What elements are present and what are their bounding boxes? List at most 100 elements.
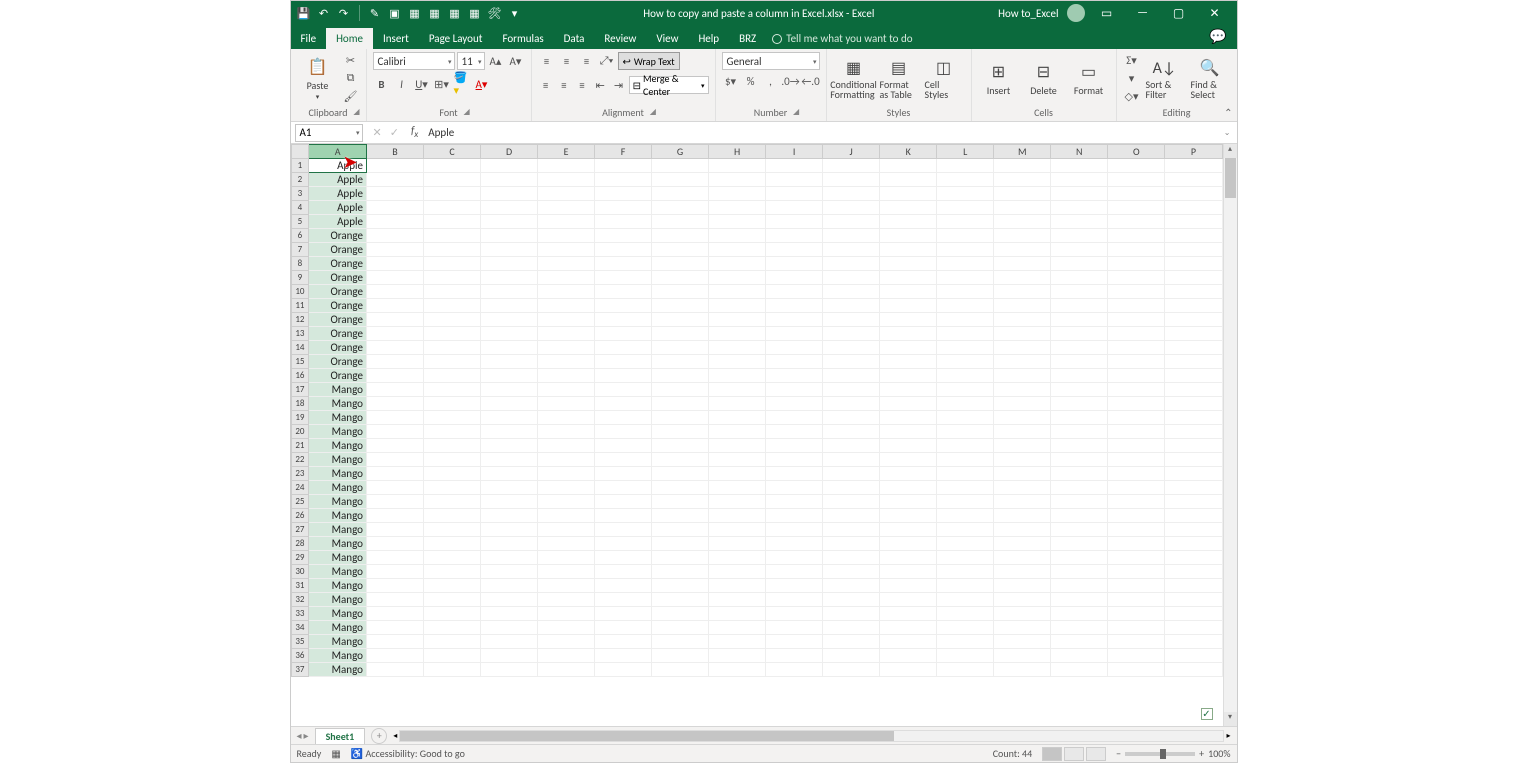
cell-G6[interactable] <box>652 229 709 243</box>
cell-N13[interactable] <box>1051 327 1108 341</box>
sort-filter-button[interactable]: A↓Sort & Filter <box>1144 54 1186 102</box>
cell-N8[interactable] <box>1051 257 1108 271</box>
cell-G16[interactable] <box>652 369 709 383</box>
cell-K2[interactable] <box>880 173 937 187</box>
sheet-tab[interactable]: Sheet1 <box>315 728 366 744</box>
cell-M21[interactable] <box>994 439 1051 453</box>
cell-K3[interactable] <box>880 187 937 201</box>
cell-M23[interactable] <box>994 467 1051 481</box>
cell-J26[interactable] <box>823 509 880 523</box>
cell-N26[interactable] <box>1051 509 1108 523</box>
cell-L25[interactable] <box>937 495 994 509</box>
cell-O4[interactable] <box>1108 201 1165 215</box>
cell-G17[interactable] <box>652 383 709 397</box>
cell-I1[interactable] <box>766 159 823 173</box>
cell-B18[interactable] <box>366 397 423 411</box>
cell-F33[interactable] <box>595 607 652 621</box>
comma-icon[interactable]: , <box>762 73 780 89</box>
cell-P12[interactable] <box>1165 313 1222 327</box>
cell-P10[interactable] <box>1165 285 1222 299</box>
cell-M26[interactable] <box>994 509 1051 523</box>
cut-icon[interactable]: ✂ <box>342 52 360 68</box>
cell-C20[interactable] <box>424 425 481 439</box>
cell-A2[interactable]: Apple <box>309 173 367 187</box>
cell-H26[interactable] <box>709 509 766 523</box>
cell-J31[interactable] <box>823 579 880 593</box>
cell-M2[interactable] <box>994 173 1051 187</box>
row-header-24[interactable]: 24 <box>291 481 309 495</box>
cell-A36[interactable]: Mango <box>309 649 367 663</box>
page-layout-view-button[interactable] <box>1064 747 1084 761</box>
cell-N32[interactable] <box>1051 593 1108 607</box>
cell-J14[interactable] <box>823 341 880 355</box>
cell-G21[interactable] <box>652 439 709 453</box>
cell-M33[interactable] <box>994 607 1051 621</box>
cell-B17[interactable] <box>366 383 423 397</box>
cell-O28[interactable] <box>1108 537 1165 551</box>
cell-N27[interactable] <box>1051 523 1108 537</box>
cell-C21[interactable] <box>424 439 481 453</box>
row-header-37[interactable]: 37 <box>291 663 309 677</box>
cell-B32[interactable] <box>366 593 423 607</box>
cell-N19[interactable] <box>1051 411 1108 425</box>
cell-K33[interactable] <box>880 607 937 621</box>
cell-K7[interactable] <box>880 243 937 257</box>
cell-N24[interactable] <box>1051 481 1108 495</box>
cell-P32[interactable] <box>1165 593 1222 607</box>
cell-O33[interactable] <box>1108 607 1165 621</box>
cell-B2[interactable] <box>366 173 423 187</box>
cell-L15[interactable] <box>937 355 994 369</box>
cell-K15[interactable] <box>880 355 937 369</box>
cell-M30[interactable] <box>994 565 1051 579</box>
copy-icon[interactable]: ⧉ <box>342 70 360 86</box>
cell-K30[interactable] <box>880 565 937 579</box>
cell-J25[interactable] <box>823 495 880 509</box>
cell-L12[interactable] <box>937 313 994 327</box>
cell-C25[interactable] <box>424 495 481 509</box>
cell-I11[interactable] <box>766 299 823 313</box>
cell-D32[interactable] <box>481 593 538 607</box>
align-left-icon[interactable]: ≡ <box>538 77 554 93</box>
cell-D4[interactable] <box>481 201 538 215</box>
cell-E37[interactable] <box>538 663 595 677</box>
cell-H14[interactable] <box>709 341 766 355</box>
first-sheet-icon[interactable]: ◂ <box>297 729 302 742</box>
column-header-H[interactable]: H <box>709 145 766 159</box>
cell-M25[interactable] <box>994 495 1051 509</box>
cell-L29[interactable] <box>937 551 994 565</box>
formula-value[interactable]: Apple <box>424 126 458 139</box>
cell-P34[interactable] <box>1165 621 1222 635</box>
zoom-in-button[interactable]: + <box>1199 747 1204 760</box>
cell-G5[interactable] <box>652 215 709 229</box>
cell-M31[interactable] <box>994 579 1051 593</box>
zoom-slider[interactable] <box>1125 752 1195 756</box>
cell-A32[interactable]: Mango <box>309 593 367 607</box>
cell-K26[interactable] <box>880 509 937 523</box>
insert-button[interactable]: ⊞Insert <box>978 58 1020 99</box>
align-bottom-icon[interactable]: ≡ <box>578 53 596 69</box>
cell-M36[interactable] <box>994 649 1051 663</box>
decrease-indent-icon[interactable]: ⇤ <box>592 77 608 93</box>
cell-I5[interactable] <box>766 215 823 229</box>
cell-M27[interactable] <box>994 523 1051 537</box>
ribbon-display-icon[interactable]: ▭ <box>1093 6 1121 21</box>
row-header-9[interactable]: 9 <box>291 271 309 285</box>
cell-E24[interactable] <box>538 481 595 495</box>
cell-G12[interactable] <box>652 313 709 327</box>
cell-I28[interactable] <box>766 537 823 551</box>
row-header-19[interactable]: 19 <box>291 411 309 425</box>
cell-K4[interactable] <box>880 201 937 215</box>
launcher-icon[interactable]: ◢ <box>353 107 359 117</box>
cell-D8[interactable] <box>481 257 538 271</box>
cell-L33[interactable] <box>937 607 994 621</box>
cell-L11[interactable] <box>937 299 994 313</box>
new-sheet-button[interactable]: + <box>371 728 387 744</box>
tab-home[interactable]: Home <box>326 28 373 49</box>
cell-F22[interactable] <box>595 453 652 467</box>
cell-O12[interactable] <box>1108 313 1165 327</box>
cell-F37[interactable] <box>595 663 652 677</box>
cell-K11[interactable] <box>880 299 937 313</box>
cell-D10[interactable] <box>481 285 538 299</box>
cell-I4[interactable] <box>766 201 823 215</box>
cell-E34[interactable] <box>538 621 595 635</box>
